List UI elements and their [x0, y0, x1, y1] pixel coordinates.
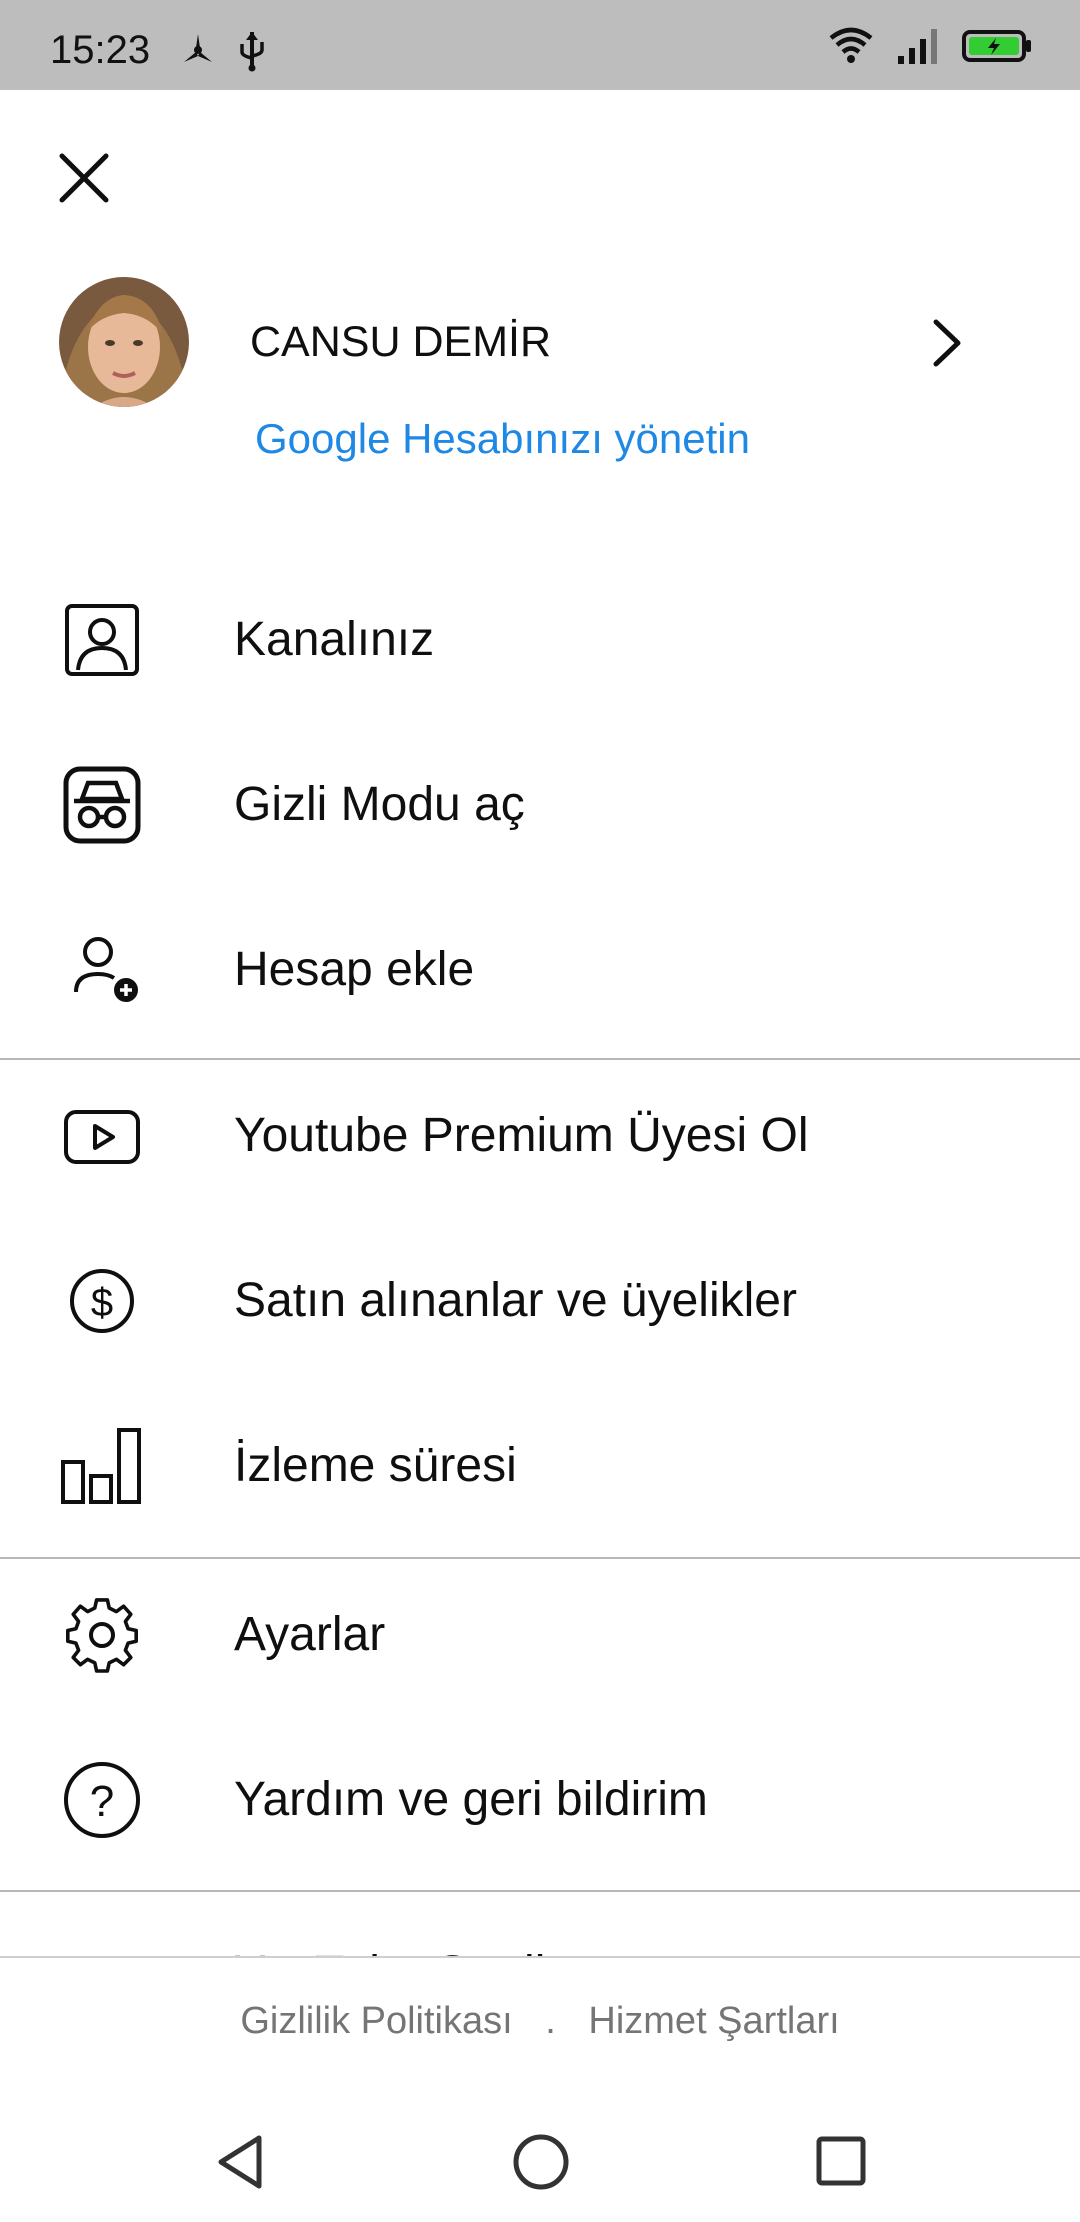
battery-charging-icon	[962, 30, 1031, 62]
avatar[interactable]	[59, 277, 189, 407]
back-icon[interactable]	[213, 2132, 267, 2192]
menu-label: Kanalınız	[234, 613, 435, 666]
close-icon[interactable]	[54, 148, 114, 208]
svg-text:?: ?	[90, 1777, 114, 1826]
menu-item-watch-time[interactable]: İzleme süresi	[0, 1386, 1080, 1546]
recents-icon[interactable]	[814, 2134, 868, 2188]
menu-item-add-account[interactable]: Hesap ekle	[0, 890, 1080, 1050]
svg-text:$: $	[91, 1281, 113, 1325]
add-account-icon	[74, 937, 138, 1002]
menu-label: Hesap ekle	[234, 943, 475, 996]
footer: Gizlilik Politikası . Hizmet Şartları	[0, 1956, 1080, 2222]
menu-item-settings[interactable]: Ayarlar	[0, 1555, 1080, 1715]
privacy-policy-link[interactable]: Gizlilik Politikası	[240, 2000, 512, 2043]
menu-item-help-feedback[interactable]: ? Yardım ve geri bildirim	[0, 1720, 1080, 1880]
status-time: 15:23	[50, 28, 151, 72]
status-bar: 15:23	[0, 0, 1080, 90]
menu-label: Ayarlar	[234, 1608, 386, 1661]
system-nav-bar	[0, 2110, 1080, 2210]
menu-item-youtube-premium[interactable]: Youtube Premium Üyesi Ol	[0, 1056, 1080, 1216]
menu-item-purchases[interactable]: $ Satın alınanlar ve üyelikler	[0, 1221, 1080, 1381]
signal-icon	[898, 29, 937, 64]
menu-label: Gizli Modu aç	[234, 778, 525, 831]
chevron-right-icon[interactable]	[924, 316, 970, 370]
incognito-icon	[63, 766, 141, 844]
menu-label: Yardım ve geri bildirim	[234, 1773, 708, 1826]
wifi-icon	[829, 27, 873, 63]
menu-label: İzleme süresi	[234, 1439, 517, 1492]
menu-item-incognito[interactable]: Gizli Modu aç	[0, 725, 1080, 885]
home-icon[interactable]	[511, 2132, 571, 2192]
youtube-play-icon	[64, 1110, 140, 1164]
bar-chart-icon	[61, 1428, 141, 1504]
menu-label: Youtube Premium Üyesi Ol	[234, 1109, 809, 1162]
menu-label: Satın alınanlar ve üyelikler	[234, 1274, 797, 1327]
usb-icon	[240, 32, 264, 72]
channel-icon	[65, 604, 139, 676]
footer-separator: .	[545, 2000, 556, 2042]
help-icon: ?	[64, 1762, 140, 1838]
dollar-icon: $	[70, 1269, 134, 1333]
terms-of-service-link[interactable]: Hizmet Şartları	[588, 2000, 839, 2043]
account-name[interactable]: CANSU DEMİR	[250, 318, 551, 367]
manage-google-account-link[interactable]: Google Hesabınızı yönetin	[255, 415, 750, 463]
gear-icon	[65, 1598, 139, 1673]
menu-item-your-channel[interactable]: Kanalınız	[0, 560, 1080, 720]
fan-icon	[184, 34, 212, 62]
